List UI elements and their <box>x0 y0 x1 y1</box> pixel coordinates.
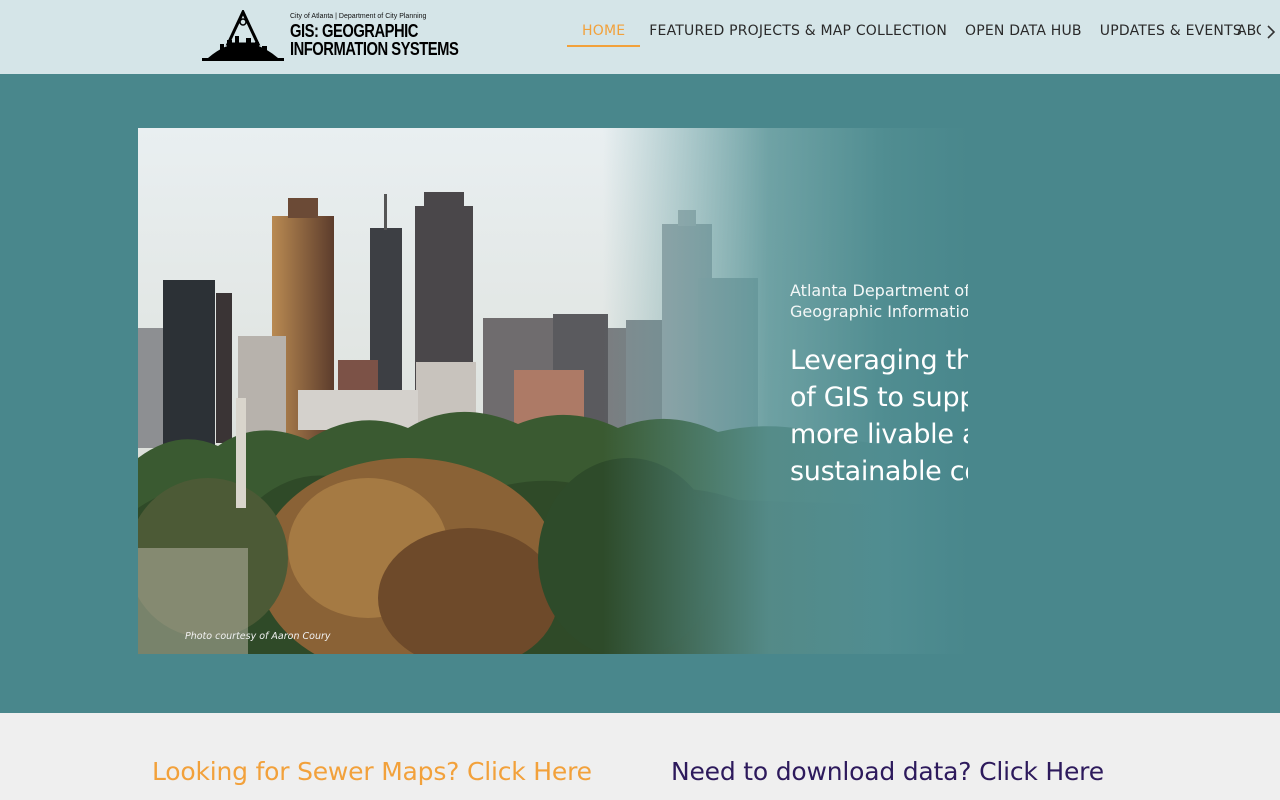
nav-item-label: FEATURED PROJECTS & MAP COLLECTION <box>649 23 948 39</box>
nav-item-home[interactable]: HOME <box>567 0 641 74</box>
site-header: City of Atlanta | Department of City Pla… <box>0 0 1280 74</box>
hero-subtitle-line2: Geographic Information Systems (GIS) <box>790 302 968 321</box>
hero-headline-line2: of GIS to support a <box>790 382 968 413</box>
hero-text: Atlanta Department of City Planning: Geo… <box>790 280 968 490</box>
download-data-link[interactable]: Need to download data? Click Here <box>671 757 1104 786</box>
nav-item-about[interactable]: ABOUT <box>1237 0 1261 74</box>
main-nav: HOME FEATURED PROJECTS & MAP COLLECTION … <box>567 0 1251 74</box>
nav-scroll-right-button[interactable] <box>1262 22 1280 42</box>
skyline-logo-icon <box>202 10 284 61</box>
site-logo[interactable]: City of Atlanta | Department of City Pla… <box>200 10 462 64</box>
quick-links-section: Looking for Sewer Maps? Click Here Need … <box>0 713 1280 800</box>
hero-headline-line3: more livable and <box>790 419 968 450</box>
nav-item-label: ABOUT <box>1237 23 1261 39</box>
logo-department-text: City of Atlanta | Department of City Pla… <box>290 13 427 20</box>
nav-item-featured-projects[interactable]: FEATURED PROJECTS & MAP COLLECTION <box>640 0 956 74</box>
hero-subtitle: Atlanta Department of City Planning: Geo… <box>790 280 968 322</box>
chevron-right-icon <box>1267 25 1276 39</box>
nav-item-label: OPEN DATA HUB <box>965 23 1082 39</box>
sewer-maps-link[interactable]: Looking for Sewer Maps? Click Here <box>152 757 592 786</box>
nav-item-label: UPDATES & EVENTS <box>1099 23 1242 39</box>
nav-item-label: HOME <box>582 23 626 39</box>
hero-headline: Leveraging the power of GIS to support a… <box>790 342 968 490</box>
nav-item-open-data-hub[interactable]: OPEN DATA HUB <box>956 0 1091 74</box>
hero-banner: Photo courtesy of Aaron Coury Atlanta De… <box>138 128 968 654</box>
logo-title-line2: INFORMATION SYSTEMS <box>290 39 459 59</box>
hero-headline-line1: Leveraging the power <box>790 345 968 376</box>
hero-section: Photo courtesy of Aaron Coury Atlanta De… <box>0 74 1280 713</box>
logo-title: GIS: GEOGRAPHIC INFORMATION SYSTEMS <box>290 21 459 59</box>
hero-subtitle-line1: Atlanta Department of City Planning: <box>790 281 968 300</box>
photo-credit: Photo courtesy of Aaron Coury <box>185 631 331 642</box>
logo-title-line1: GIS: GEOGRAPHIC <box>290 21 418 41</box>
nav-item-updates-events[interactable]: UPDATES & EVENTS <box>1091 0 1251 74</box>
hero-headline-line4: sustainable community. <box>790 456 968 487</box>
